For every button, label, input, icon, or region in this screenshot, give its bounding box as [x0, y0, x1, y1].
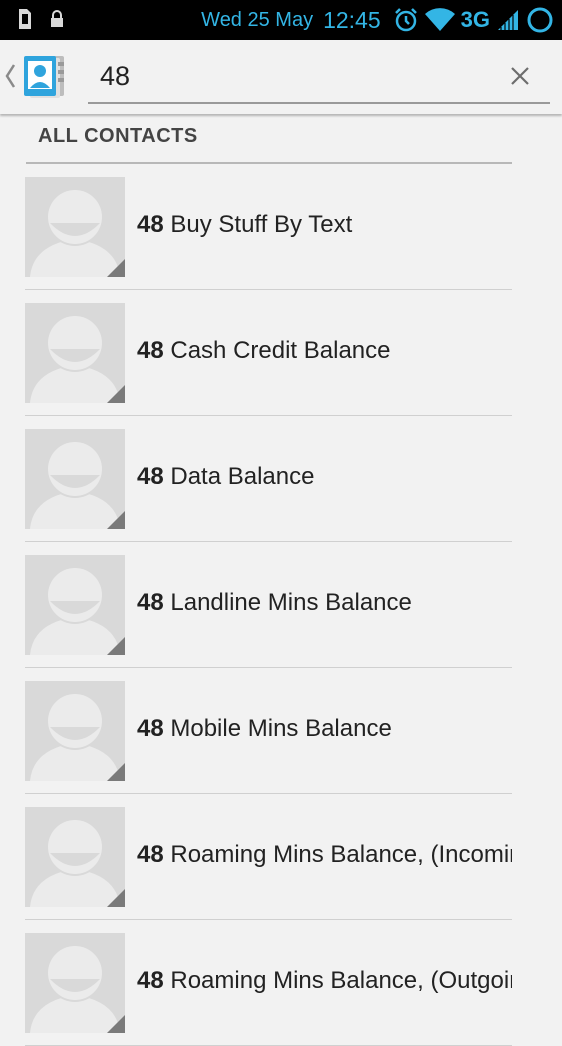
person-silhouette-icon — [30, 692, 125, 781]
section-title: ALL CONTACTS — [38, 125, 198, 147]
default-contact-avatar-icon[interactable] — [25, 177, 125, 277]
status-date: Wed 25 May — [201, 8, 314, 31]
status-time: 12:45 — [323, 6, 381, 33]
wifi-icon — [424, 8, 455, 31]
signal-icon — [498, 10, 518, 30]
contact-name: 48 Cash Credit Balance — [137, 337, 391, 364]
contact-row[interactable]: 48 Data Balance — [25, 416, 512, 542]
default-contact-avatar-icon[interactable] — [25, 681, 125, 781]
sim-card-icon — [19, 9, 31, 29]
person-silhouette-icon — [30, 188, 125, 277]
person-silhouette-icon — [30, 944, 125, 1033]
lock-icon — [51, 10, 63, 27]
person-silhouette-icon — [30, 440, 125, 529]
network-type: 3G — [460, 7, 490, 32]
search-input[interactable] — [100, 58, 480, 94]
section-header: ALL CONTACTS — [26, 114, 512, 164]
contact-row[interactable]: 48 Roaming Mins Balance, (Incoming) — [25, 794, 512, 920]
battery-icon — [527, 7, 553, 33]
contact-name: 48 Landline Mins Balance — [137, 589, 412, 616]
contact-name: 48 Buy Stuff By Text — [137, 211, 353, 238]
contact-row[interactable]: 48 Buy Stuff By Text — [25, 164, 512, 290]
contacts-app-icon[interactable] — [20, 52, 68, 100]
search-field[interactable] — [88, 50, 550, 104]
contact-name: 48 Roaming Mins Balance, (Outgoing) — [137, 967, 512, 994]
default-contact-avatar-icon[interactable] — [25, 555, 125, 655]
person-silhouette-icon — [30, 314, 125, 403]
contact-row[interactable]: 48 Cash Credit Balance — [25, 290, 512, 416]
contact-row[interactable]: 48 Landline Mins Balance — [25, 542, 512, 668]
contact-name: 48 Mobile Mins Balance — [137, 715, 392, 742]
contact-row[interactable]: 48 Roaming Mins Balance, (Outgoing) — [25, 920, 512, 1046]
back-caret-icon[interactable] — [4, 62, 16, 90]
person-silhouette-icon — [30, 818, 125, 907]
default-contact-avatar-icon[interactable] — [25, 807, 125, 907]
contact-row[interactable]: 48 Mobile Mins Balance — [25, 668, 512, 794]
action-bar — [0, 40, 562, 114]
default-contact-avatar-icon[interactable] — [25, 429, 125, 529]
contact-name: 48 Data Balance — [137, 463, 315, 490]
contact-name: 48 Roaming Mins Balance, (Incoming) — [137, 841, 512, 868]
person-silhouette-icon — [30, 566, 125, 655]
default-contact-avatar-icon[interactable] — [25, 303, 125, 403]
status-bar: Wed 25 May 12:45 3G — [0, 0, 562, 40]
close-icon[interactable] — [508, 64, 532, 88]
alarm-icon — [394, 8, 417, 32]
default-contact-avatar-icon[interactable] — [25, 933, 125, 1033]
